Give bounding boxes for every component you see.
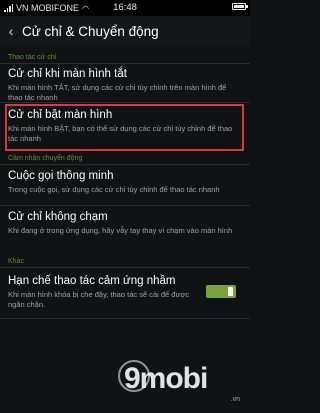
battery-icon bbox=[232, 3, 248, 10]
chevron-left-icon[interactable]: ‹ bbox=[2, 23, 20, 39]
setting-title: Cử chỉ không chạm bbox=[8, 211, 108, 223]
status-right bbox=[232, 3, 248, 10]
setting-description: Khi màn hình TẮT, sử dụng các cử chỉ tùy… bbox=[8, 83, 227, 102]
highlight-box bbox=[5, 104, 244, 151]
watermark-logo: 9mobi .vn bbox=[116, 356, 246, 406]
setting-description: Trong cuộc gọi, sử dụng các cử chỉ tùy c… bbox=[8, 185, 220, 194]
prevent-misoperation-toggle[interactable] bbox=[206, 285, 236, 298]
toggle-knob bbox=[228, 287, 233, 296]
setting-title: Cuộc gọi thông minh bbox=[8, 170, 114, 182]
setting-item-screen-off-gestures[interactable]: Cử chỉ khi màn hình tắt Khi màn hình TẮT… bbox=[0, 68, 250, 102]
setting-title: Hạn chế thao tác cảm ứng nhầm bbox=[8, 275, 176, 287]
setting-description: Khi màn hình khóa bị che đậy, thao tác s… bbox=[8, 290, 190, 309]
divider bbox=[0, 267, 250, 268]
setting-title: Cử chỉ khi màn hình tắt bbox=[8, 68, 127, 80]
divider bbox=[0, 205, 250, 206]
title-bar: ‹ Cử chỉ & Chuyển động bbox=[0, 16, 250, 46]
status-time: 16:48 bbox=[113, 2, 137, 13]
page-title: Cử chỉ & Chuyển động bbox=[22, 23, 159, 39]
section-header-gestures: Thao tác cử chỉ bbox=[8, 54, 57, 61]
setting-item-no-touch-gestures[interactable]: Cử chỉ không chạm Khi đang ở trong ứng d… bbox=[0, 211, 250, 236]
divider bbox=[0, 164, 250, 165]
divider bbox=[0, 63, 250, 64]
divider bbox=[0, 102, 250, 103]
section-header-motion: Cảm nhận chuyển động bbox=[8, 155, 83, 162]
divider bbox=[0, 318, 250, 319]
watermark-text: 9mobi bbox=[124, 362, 208, 395]
watermark-domain: .vn bbox=[230, 396, 240, 403]
setting-description: Khi đang ở trong ứng dụng, hãy vẫy tay t… bbox=[8, 226, 233, 235]
section-header-other: Khác bbox=[8, 258, 24, 265]
setting-item-smart-call[interactable]: Cuộc gọi thông minh Trong cuộc gọi, sử d… bbox=[0, 170, 250, 195]
status-bar: VN MOBIFONE ◠ 16:48 bbox=[0, 0, 250, 16]
